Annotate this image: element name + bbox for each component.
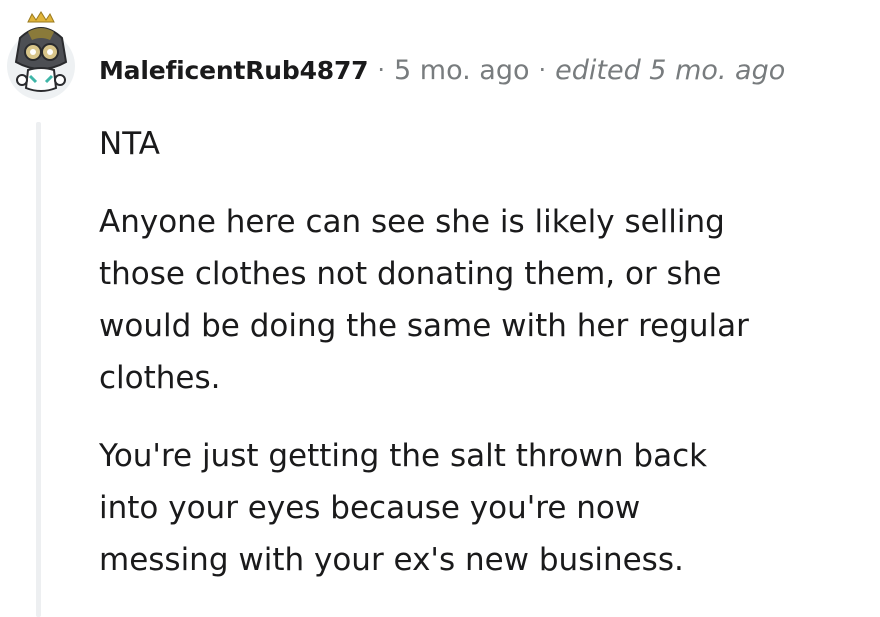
- snoo-avatar-icon: [7, 11, 75, 100]
- comment-paragraph: Anyone here can see she is likely sellin…: [99, 204, 749, 396]
- username-link[interactable]: MaleficentRub4877: [99, 56, 369, 85]
- comment-meta: MaleficentRub4877 · 5 mo. ago · edited 5…: [99, 52, 785, 88]
- comment-paragraph: You're just getting the salt thrown back…: [99, 438, 708, 578]
- comment-body: NTA Anyone here can see she is likely se…: [99, 118, 859, 612]
- user-avatar[interactable]: [6, 10, 76, 100]
- comment: MaleficentRub4877 · 5 mo. ago · edited 5…: [0, 0, 880, 617]
- separator-dot: ·: [377, 56, 386, 84]
- timestamp[interactable]: 5 mo. ago: [394, 55, 529, 86]
- edited-timestamp: edited 5 mo. ago: [555, 54, 786, 86]
- comment-paragraph: NTA: [99, 126, 160, 162]
- thread-collapse-line[interactable]: [36, 122, 41, 617]
- separator-dot: ·: [538, 56, 547, 84]
